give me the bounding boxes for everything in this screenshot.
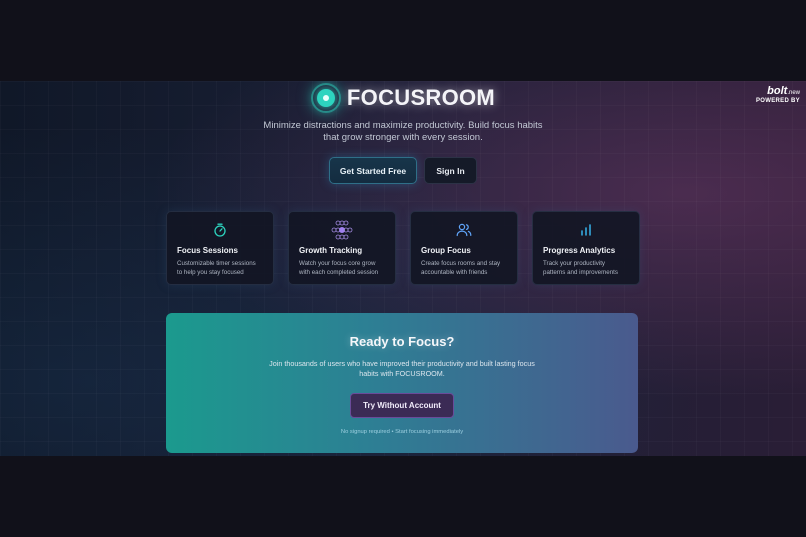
brand-name: FOCUSROOM [346,85,496,110]
feature-title: Progress Analytics [543,246,616,255]
focus-core-logo-icon [310,83,341,113]
feature-card-growth-tracking: Growth Tracking Watch your focus core gr… [288,211,396,285]
feature-description: Watch your focus core grow with each comp… [299,260,379,276]
sign-in-button[interactable]: Sign In [424,157,477,184]
growth-dots-icon [299,220,385,240]
feature-description: Create focus rooms and stay accountable w… [421,260,501,276]
banner-note: No signup required • Start focusing imme… [340,429,464,435]
landing-page: bolt.new POWERED BY FOCUSROOM Minimize d… [0,81,806,456]
get-started-button[interactable]: Get Started Free [329,157,417,184]
letterbox-top [0,0,806,81]
banner-title: Ready to Focus? [349,334,455,349]
banner-description: Join thousands of users who have improve… [269,359,535,378]
ready-to-focus-banner: Ready to Focus? Join thousands of users … [166,313,638,453]
feature-card-progress-analytics: Progress Analytics Track your productivi… [532,211,640,285]
feature-cards: Focus Sessions Customizable timer sessio… [166,211,640,285]
timer-icon [177,220,263,240]
feature-description: Track your productivity patterns and impr… [543,260,618,276]
feature-title: Group Focus [421,246,471,255]
tagline-line-2: that grow stronger with every session. [323,132,483,143]
tagline: Minimize distractions and maximize produ… [0,120,806,144]
feature-card-group-focus: Group Focus Create focus rooms and stay a… [410,211,518,285]
users-icon [421,220,507,240]
cta-row: Get Started Free Sign In [0,157,806,184]
letterbox-bottom [0,456,806,537]
try-without-account-button[interactable]: Try Without Account [350,393,454,418]
feature-description: Customizable timer sessions to help you s… [177,260,256,276]
feature-title: Growth Tracking [299,246,363,255]
bar-chart-icon [543,220,629,240]
feature-card-focus-sessions: Focus Sessions Customizable timer sessio… [166,211,274,285]
brand-header: FOCUSROOM [0,83,806,113]
tagline-line-1: Minimize distractions and maximize produ… [263,120,543,131]
feature-title: Focus Sessions [177,246,238,255]
